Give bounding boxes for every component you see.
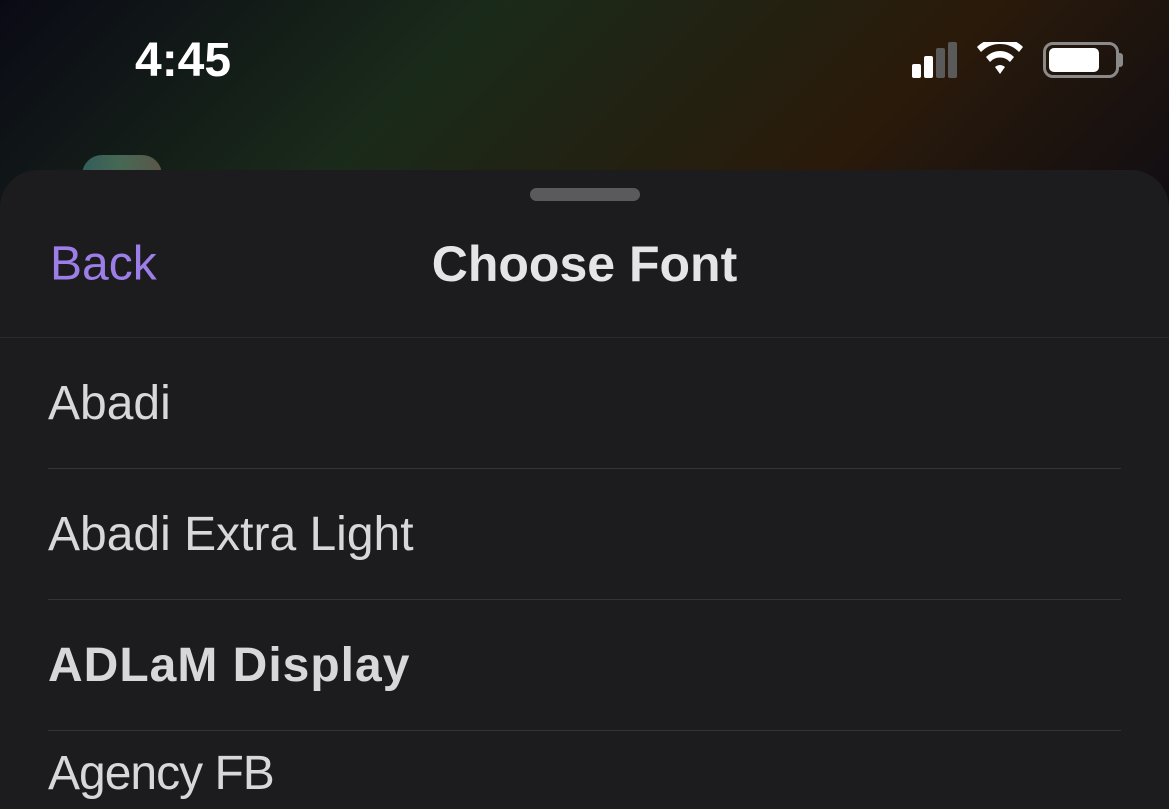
font-name-label: ADLaM Display xyxy=(48,638,410,693)
font-row-abadi-extra-light[interactable]: Abadi Extra Light xyxy=(48,469,1121,600)
font-name-label: Abadi Extra Light xyxy=(48,507,414,562)
font-row-adlam-display[interactable]: ADLaM Display xyxy=(48,600,1121,731)
battery-icon xyxy=(1043,42,1119,78)
font-picker-sheet: Back Choose Font Abadi Abadi Extra Light… xyxy=(0,170,1169,809)
font-list[interactable]: Abadi Abadi Extra Light ADLaM Display Ag… xyxy=(0,338,1169,801)
font-name-label: Agency FB xyxy=(48,746,274,801)
status-icons xyxy=(912,42,1119,78)
back-button[interactable]: Back xyxy=(50,236,157,291)
wifi-icon xyxy=(975,42,1025,78)
nav-bar: Back Choose Font xyxy=(0,170,1169,338)
status-bar: 4:45 xyxy=(0,0,1169,120)
font-row-abadi[interactable]: Abadi xyxy=(48,338,1121,469)
status-time: 4:45 xyxy=(135,33,231,88)
page-title: Choose Font xyxy=(432,235,738,293)
font-row-agency-fb[interactable]: Agency FB xyxy=(48,731,1121,801)
font-name-label: Abadi xyxy=(48,376,171,431)
cellular-signal-icon xyxy=(912,42,957,78)
